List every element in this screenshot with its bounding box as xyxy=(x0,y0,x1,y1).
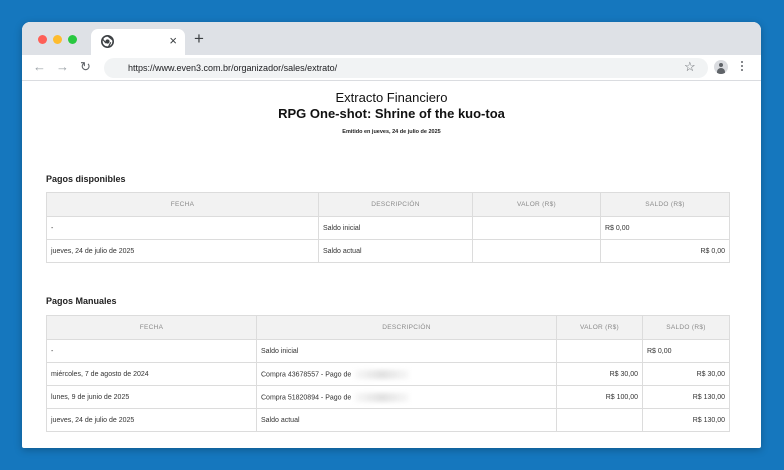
cell-descripcion: Saldo actual xyxy=(256,408,557,432)
pagos-disponibles-table: FECHA DESCRIPCIÓN VALOR (R$) SALDO (R$) … xyxy=(46,192,730,263)
cell-valor xyxy=(472,239,601,263)
table-row: miércoles, 7 de agosto de 2024 Compra 43… xyxy=(46,362,730,386)
table-row: - Saldo inicial R$ 0,00 xyxy=(46,216,730,240)
page-content: Extracto Financiero RPG One-shot: Shrine… xyxy=(22,81,761,448)
table-row: - Saldo inicial R$ 0,00 xyxy=(46,339,730,363)
redacted-payer-name xyxy=(355,369,410,379)
new-tab-button[interactable]: + xyxy=(194,30,204,48)
cell-saldo: R$ 130,00 xyxy=(642,385,730,409)
description-text: Compra 51820894 - Pago de xyxy=(261,393,352,401)
minimize-window-button[interactable] xyxy=(53,35,62,44)
cell-fecha: lunes, 9 de junio de 2025 xyxy=(46,385,257,409)
cell-saldo: R$ 0,00 xyxy=(600,239,730,263)
kebab-menu-icon[interactable] xyxy=(740,61,744,75)
column-header-fecha: FECHA xyxy=(46,192,319,217)
cell-valor xyxy=(472,216,601,240)
profile-avatar-icon[interactable] xyxy=(714,60,728,74)
cell-saldo: R$ 130,00 xyxy=(642,408,730,432)
cell-valor xyxy=(556,408,643,432)
column-header-saldo: SALDO (R$) xyxy=(642,315,730,340)
column-header-valor: VALOR (R$) xyxy=(472,192,601,217)
maximize-window-button[interactable] xyxy=(68,35,77,44)
reload-icon[interactable]: ↻ xyxy=(80,59,91,75)
close-window-button[interactable] xyxy=(38,35,47,44)
cell-fecha: jueves, 24 de julio de 2025 xyxy=(46,408,257,432)
column-header-descripcion: DESCRIPCIÓN xyxy=(256,315,557,340)
cell-descripcion: Compra 51820894 - Pago de xyxy=(256,385,557,409)
back-arrow-icon[interactable]: ← xyxy=(33,59,46,75)
description-text: Compra 43678557 - Pago de xyxy=(261,370,352,378)
redacted-payer-name xyxy=(355,392,410,402)
event-name: RPG One-shot: Shrine of the kuo-toa xyxy=(278,106,505,121)
section-title-pagos-disponibles: Pagos disponibles xyxy=(46,174,126,184)
pagos-manuales-table: FECHA DESCRIPCIÓN VALOR (R$) SALDO (R$) … xyxy=(46,315,730,432)
cell-fecha: jueves, 24 de julio de 2025 xyxy=(46,239,319,263)
cell-valor: R$ 100,00 xyxy=(556,385,643,409)
chrome-icon xyxy=(101,35,114,48)
cell-saldo: R$ 0,00 xyxy=(642,339,730,363)
cell-fecha: miércoles, 7 de agosto de 2024 xyxy=(46,362,257,386)
column-header-fecha: FECHA xyxy=(46,315,257,340)
cell-descripcion: Saldo inicial xyxy=(256,339,557,363)
column-header-descripcion: DESCRIPCIÓN xyxy=(318,192,473,217)
cell-saldo: R$ 30,00 xyxy=(642,362,730,386)
cell-descripcion: Compra 43678557 - Pago de xyxy=(256,362,557,386)
close-tab-icon[interactable]: × xyxy=(169,33,177,49)
cell-fecha: - xyxy=(46,216,319,240)
cell-valor xyxy=(556,339,643,363)
table-row: jueves, 24 de julio de 2025 Saldo actual… xyxy=(46,408,730,432)
table-header-row: FECHA DESCRIPCIÓN VALOR (R$) SALDO (R$) xyxy=(46,315,730,340)
forward-arrow-icon[interactable]: → xyxy=(56,59,69,75)
address-bar[interactable]: https://www.even3.com.br/organizador/sal… xyxy=(104,58,708,78)
document-title: Extracto Financiero xyxy=(335,90,448,105)
section-title-pagos-manuales: Pagos Manuales xyxy=(46,296,117,306)
bookmark-star-icon[interactable]: ☆ xyxy=(684,59,696,75)
column-header-saldo: SALDO (R$) xyxy=(600,192,730,217)
browser-window: × + ← → ↻ https://www.even3.com.br/organ… xyxy=(22,22,761,448)
browser-toolbar: ← → ↻ https://www.even3.com.br/organizad… xyxy=(22,55,761,81)
browser-tab[interactable]: × xyxy=(91,29,185,55)
column-header-valor: VALOR (R$) xyxy=(556,315,643,340)
table-header-row: FECHA DESCRIPCIÓN VALOR (R$) SALDO (R$) xyxy=(46,192,730,217)
cell-saldo: R$ 0,00 xyxy=(600,216,730,240)
cell-fecha: - xyxy=(46,339,257,363)
issued-date: Emitido en jueves, 24 de julio de 2025 xyxy=(342,129,441,135)
cell-descripcion: Saldo actual xyxy=(318,239,473,263)
tab-bar: × + xyxy=(22,22,761,55)
cell-descripcion: Saldo inicial xyxy=(318,216,473,240)
cell-valor: R$ 30,00 xyxy=(556,362,643,386)
table-row: lunes, 9 de junio de 2025 Compra 5182089… xyxy=(46,385,730,409)
table-row: jueves, 24 de julio de 2025 Saldo actual… xyxy=(46,239,730,263)
